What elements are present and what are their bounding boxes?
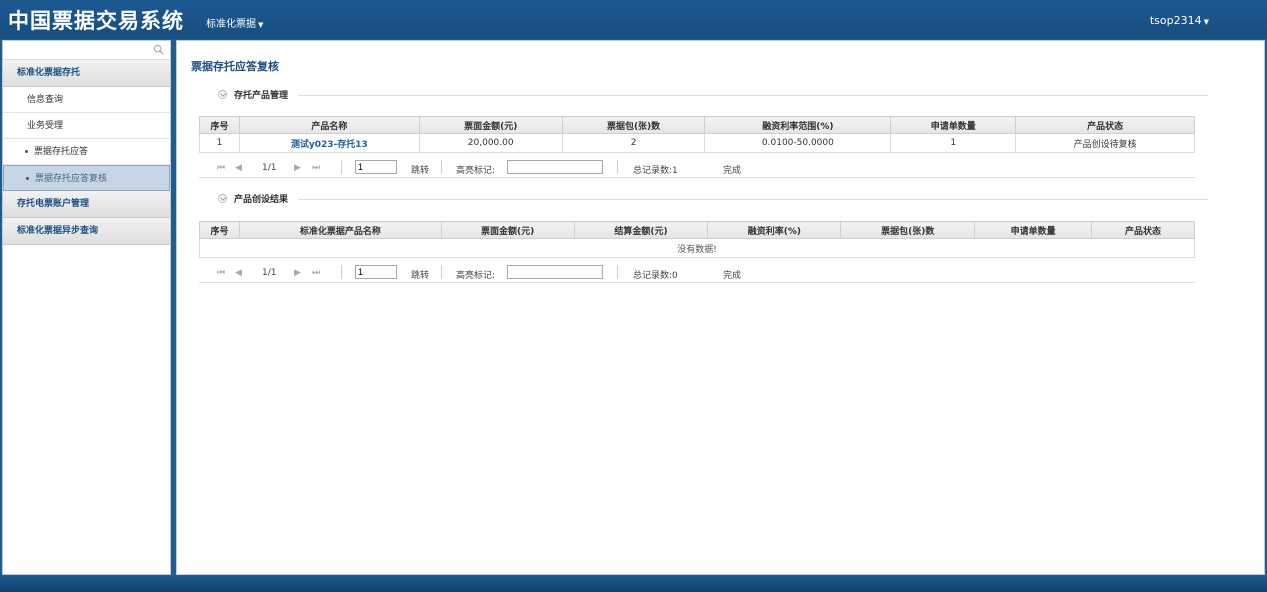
section-product-management[interactable]: 存托产品管理 [218, 88, 1208, 102]
highlight-input[interactable] [507, 160, 603, 174]
divider [617, 265, 618, 279]
column-header[interactable]: 产品状态 [1015, 116, 1195, 134]
section-legend-text: 存托产品管理 [234, 91, 289, 101]
column-header[interactable]: 产品状态 [1091, 221, 1195, 239]
last-page-icon[interactable]: ⏭ [312, 268, 320, 278]
table-header: 序号 产品名称 票面金额(元) 票据包(张)数 融资利率范围(%) 申请单数量 … [199, 116, 1195, 134]
prev-page-icon[interactable]: ◀ [235, 163, 242, 173]
product-table: 序号 产品名称 票面金额(元) 票据包(张)数 融资利率范围(%) 申请单数量 … [199, 116, 1195, 153]
collapse-icon[interactable] [218, 194, 227, 203]
footer-bar [0, 576, 1267, 592]
cell-bill-count: 2 [561, 133, 706, 153]
cell-face-amount: 20,000.00 [418, 133, 563, 153]
sidebar-item-deposit-response[interactable]: 票据存托应答 [3, 139, 170, 165]
section-legend: 产品创设结果 [218, 192, 299, 205]
table-row: 没有数据! [199, 238, 1195, 258]
status-text: 完成 [723, 166, 742, 176]
total-records: 总记录数:0 [633, 271, 678, 281]
table-header: 序号 标准化票据产品名称 票面金额(元) 结算金额(元) 融资利率(%) 票据包… [199, 221, 1195, 239]
column-header[interactable]: 申请单数量 [890, 116, 1017, 134]
column-header[interactable]: 融资利率范围(%) [704, 116, 892, 134]
sidebar-group-account[interactable]: 存托电票账户管理 [3, 191, 170, 218]
prev-page-icon[interactable]: ◀ [235, 268, 242, 278]
jump-button[interactable]: 跳转 [411, 163, 429, 176]
cell-product-status: 产品创设待复核 [1015, 133, 1195, 153]
column-header[interactable]: 票面金额(元) [418, 116, 563, 134]
page-info: 1/1 [262, 163, 277, 173]
divider [441, 160, 442, 174]
pager-product: ⏮ ◀ 1/1 ▶ ⏭ 跳转 高亮标记: 总记录数:1 完成 [199, 158, 1195, 178]
section-legend: 存托产品管理 [218, 88, 299, 101]
page-number-input[interactable] [355, 265, 397, 279]
cell-application-count: 1 [890, 133, 1017, 153]
divider [218, 95, 1208, 96]
first-page-icon[interactable]: ⏮ [217, 268, 225, 278]
sidebar-item-business-accept[interactable]: 业务受理 [3, 113, 170, 139]
sidebar-item-label: 票据存托应答复核 [35, 174, 108, 184]
highlight-label: 高亮标记: [456, 271, 496, 281]
column-header[interactable]: 产品名称 [238, 116, 420, 134]
highlight-label: 高亮标记: [456, 166, 496, 176]
total-records: 总记录数:1 [633, 166, 678, 176]
column-header[interactable]: 票据包(张)数 [840, 221, 976, 239]
last-page-icon[interactable]: ⏭ [312, 163, 320, 173]
divider [441, 265, 442, 279]
main-panel: 票据存托应答复核 存托产品管理 序号 产品名称 票面金额(元) 票据包(张)数 … [176, 40, 1265, 575]
first-page-icon[interactable]: ⏮ [217, 163, 225, 173]
page-title: 票据存托应答复核 [191, 60, 279, 73]
column-header[interactable]: 票据包(张)数 [561, 116, 706, 134]
result-table: 序号 标准化票据产品名称 票面金额(元) 结算金额(元) 融资利率(%) 票据包… [199, 221, 1195, 258]
sidebar-group-deposit[interactable]: 标准化票据存托 [3, 60, 170, 87]
next-page-icon[interactable]: ▶ [294, 268, 301, 278]
jump-button[interactable]: 跳转 [411, 268, 429, 281]
table-row[interactable]: 1 测试y023-存托13 20,000.00 2 0.0100-50.0000… [199, 133, 1195, 153]
sidebar-item-deposit-response-review[interactable]: 票据存托应答复核 [3, 165, 170, 191]
column-header[interactable]: 融资利率(%) [707, 221, 842, 239]
product-name-link[interactable]: 测试y023-存托13 [238, 133, 420, 153]
sidebar-item-info-query[interactable]: 信息查询 [3, 87, 170, 113]
app-title: 中国票据交易系统 [8, 9, 184, 33]
column-header[interactable]: 票面金额(元) [440, 221, 575, 239]
highlight-input[interactable] [507, 265, 603, 279]
caret-down-icon: ▼ [1203, 18, 1209, 26]
user-menu[interactable]: tsop2314 ▼ [1150, 14, 1209, 27]
divider [218, 199, 1208, 200]
search-icon[interactable] [153, 44, 164, 55]
status-text: 完成 [723, 271, 742, 281]
page-info: 1/1 [262, 268, 277, 278]
caret-down-icon: ▼ [258, 21, 264, 29]
sidebar-item-label: 票据存托应答 [34, 147, 89, 157]
pager-result: ⏮ ◀ 1/1 ▶ ⏭ 跳转 高亮标记: 总记录数:0 完成 [199, 263, 1195, 283]
section-legend-text: 产品创设结果 [234, 195, 289, 205]
bullet-icon [25, 150, 28, 153]
user-label: tsop2314 [1149, 14, 1202, 27]
next-page-icon[interactable]: ▶ [294, 163, 301, 173]
divider [617, 160, 618, 174]
menu-label: 标准化票据 [206, 19, 256, 30]
page-number-input[interactable] [355, 160, 397, 174]
sidebar-search [3, 41, 170, 60]
column-header[interactable]: 序号 [199, 221, 240, 239]
empty-message: 没有数据! [199, 238, 1195, 258]
cell-index: 1 [199, 133, 240, 153]
top-bar: 中国票据交易系统 标准化票据 ▼ tsop2314 ▼ [0, 0, 1267, 39]
sidebar-group-async-query[interactable]: 标准化票据异步查询 [3, 218, 170, 245]
section-creation-result[interactable]: 产品创设结果 [218, 192, 1208, 206]
sidebar: 标准化票据存托 信息查询 业务受理 票据存托应答 票据存托应答复核 存托电票账户… [2, 40, 171, 575]
divider [341, 160, 342, 174]
menu-standardized-bills[interactable]: 标准化票据 ▼ [206, 15, 263, 30]
cell-rate-range: 0.0100-50.0000 [704, 133, 892, 153]
sidebar-search-input[interactable] [3, 41, 153, 59]
column-header[interactable]: 序号 [199, 116, 240, 134]
column-header[interactable]: 申请单数量 [974, 221, 1093, 239]
collapse-icon[interactable] [218, 90, 227, 99]
column-header[interactable]: 结算金额(元) [573, 221, 709, 239]
divider [341, 265, 342, 279]
column-header[interactable]: 标准化票据产品名称 [238, 221, 442, 239]
bullet-icon [26, 177, 29, 180]
